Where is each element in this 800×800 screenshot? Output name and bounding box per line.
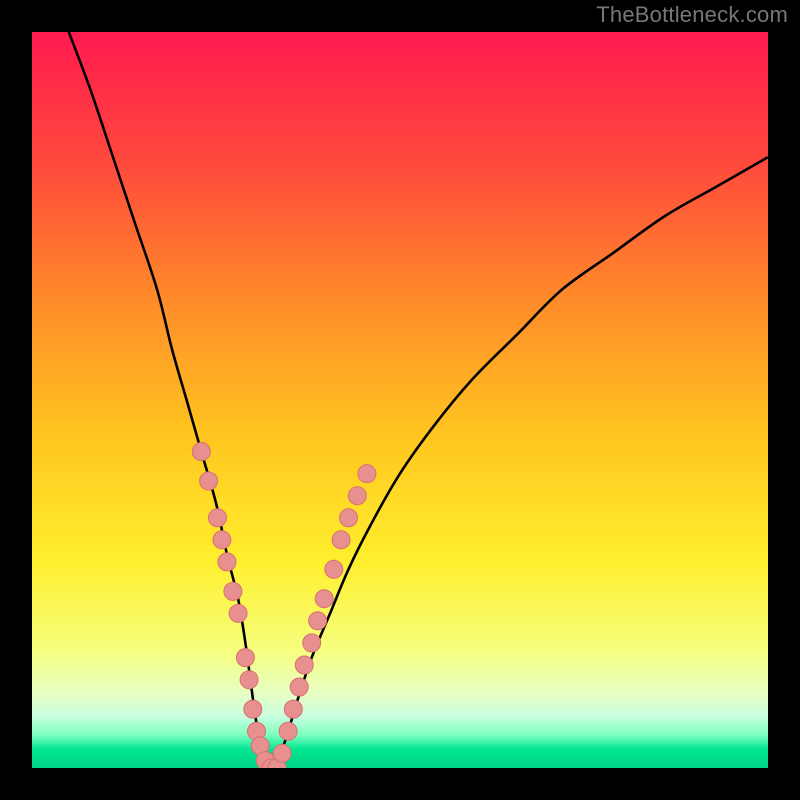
data-marker bbox=[244, 700, 262, 718]
chart-frame: TheBottleneck.com bbox=[0, 0, 800, 800]
data-marker bbox=[213, 531, 231, 549]
data-marker bbox=[236, 649, 254, 667]
data-marker bbox=[309, 612, 327, 630]
bottleneck-curve bbox=[69, 32, 768, 768]
data-marker bbox=[224, 582, 242, 600]
data-marker bbox=[279, 722, 297, 740]
data-marker bbox=[295, 656, 313, 674]
watermark: TheBottleneck.com bbox=[596, 2, 788, 28]
data-marker bbox=[290, 678, 308, 696]
data-marker bbox=[315, 590, 333, 608]
data-marker bbox=[218, 553, 236, 571]
data-marker bbox=[340, 509, 358, 527]
plot-area bbox=[32, 32, 768, 768]
data-marker bbox=[200, 472, 218, 490]
data-marker bbox=[273, 744, 291, 762]
chart-svg bbox=[32, 32, 768, 768]
data-marker bbox=[332, 531, 350, 549]
data-marker bbox=[325, 560, 343, 578]
data-marker bbox=[192, 443, 210, 461]
data-marker bbox=[284, 700, 302, 718]
data-marker bbox=[358, 465, 376, 483]
data-marker bbox=[229, 604, 247, 622]
data-marker bbox=[348, 487, 366, 505]
marker-layer bbox=[192, 443, 376, 769]
data-marker bbox=[240, 671, 258, 689]
data-marker bbox=[209, 509, 227, 527]
data-marker bbox=[303, 634, 321, 652]
